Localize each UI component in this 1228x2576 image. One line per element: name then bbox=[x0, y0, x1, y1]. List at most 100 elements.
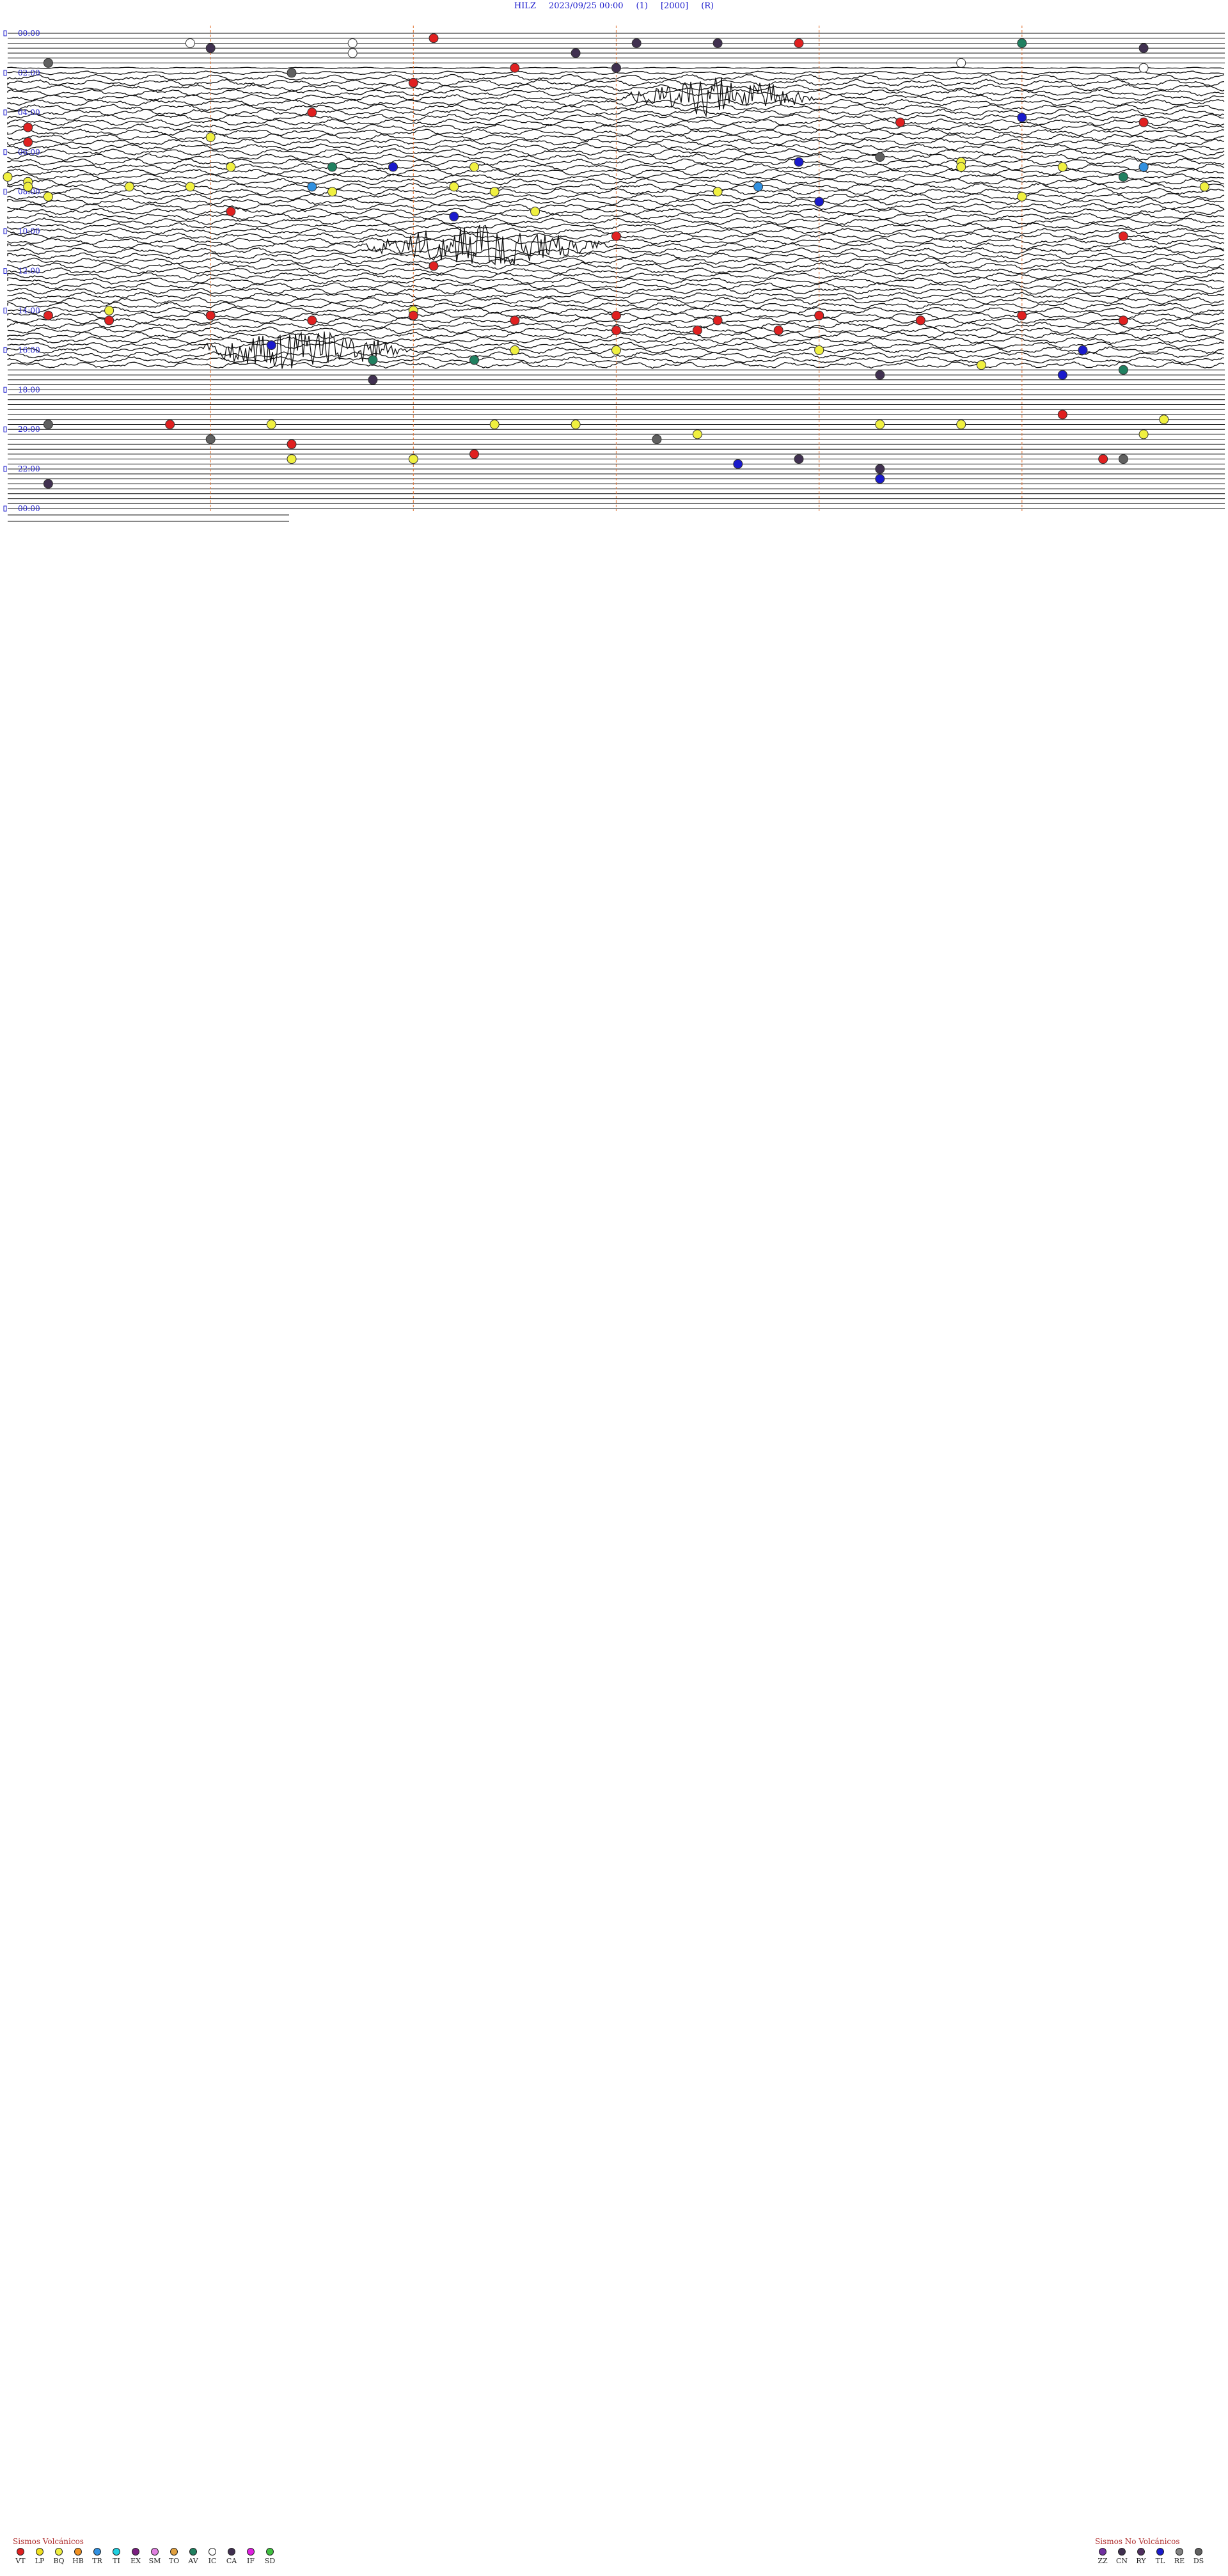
seismogram-plot: 00:0002:0004:0006:0008:0010:0012:0014:00… bbox=[3, 26, 1225, 522]
event-marker bbox=[388, 162, 398, 172]
event-marker bbox=[165, 420, 175, 429]
event-marker bbox=[1057, 370, 1067, 380]
event-marker bbox=[104, 305, 114, 315]
event-marker bbox=[1138, 43, 1149, 53]
event-marker bbox=[712, 187, 723, 197]
event-marker bbox=[976, 360, 986, 370]
legend-swatch bbox=[55, 2548, 63, 2556]
event-marker bbox=[692, 325, 702, 335]
event-marker bbox=[266, 420, 276, 429]
legend-item: AV bbox=[185, 2548, 201, 2565]
event-marker bbox=[1098, 454, 1108, 464]
event-marker bbox=[226, 162, 236, 172]
legend-nonvolcanic: Sismos No Volcánicos ZZ CN RY TL RE DS bbox=[1095, 2537, 1206, 2565]
event-marker bbox=[1118, 231, 1128, 241]
event-marker bbox=[1017, 38, 1027, 48]
time-label: 20:00 bbox=[18, 425, 40, 434]
legend-swatch bbox=[189, 2548, 197, 2556]
event-marker bbox=[510, 345, 520, 355]
event-marker bbox=[895, 117, 905, 127]
event-marker bbox=[287, 68, 297, 78]
time-tick bbox=[3, 386, 7, 393]
event-marker bbox=[1017, 113, 1027, 123]
time-label: 02:00 bbox=[18, 68, 40, 77]
time-tick bbox=[3, 70, 7, 76]
legend-code: SM bbox=[148, 2557, 161, 2565]
event-marker bbox=[449, 211, 459, 221]
legend-swatch bbox=[266, 2548, 274, 2556]
event-marker bbox=[794, 157, 804, 167]
time-label: 10:00 bbox=[18, 227, 40, 236]
legend-swatch bbox=[1099, 2548, 1106, 2556]
legend-swatch bbox=[247, 2548, 255, 2556]
legend-item: TO bbox=[166, 2548, 182, 2565]
event-marker bbox=[43, 420, 53, 429]
event-marker bbox=[287, 454, 297, 464]
event-marker bbox=[1057, 162, 1067, 172]
legend-swatch bbox=[170, 2548, 178, 2556]
legend-code: TR bbox=[92, 2557, 102, 2565]
event-marker bbox=[652, 434, 662, 445]
legend-swatch bbox=[1137, 2548, 1145, 2556]
event-marker bbox=[956, 58, 966, 68]
time-tick bbox=[3, 505, 7, 512]
event-marker bbox=[449, 182, 459, 192]
legend-code: RE bbox=[1174, 2557, 1185, 2565]
event-marker bbox=[1017, 191, 1027, 201]
time-tick bbox=[3, 347, 7, 353]
event-marker bbox=[611, 325, 621, 335]
event-marker bbox=[489, 187, 500, 197]
time-tick bbox=[3, 189, 7, 195]
event-marker bbox=[510, 63, 520, 73]
event-marker bbox=[875, 370, 885, 380]
event-marker bbox=[347, 48, 358, 58]
event-marker bbox=[794, 454, 804, 464]
legend-item: CN bbox=[1114, 2548, 1130, 2565]
event-marker bbox=[185, 182, 195, 192]
time-tick bbox=[3, 426, 7, 432]
legend-swatch bbox=[93, 2548, 101, 2556]
legend-item: CA bbox=[224, 2548, 239, 2565]
legend-swatch bbox=[113, 2548, 120, 2556]
minute-markers bbox=[210, 26, 1023, 512]
legend-code: EX bbox=[130, 2557, 141, 2565]
event-marker bbox=[43, 191, 53, 201]
time-label: 14:00 bbox=[18, 306, 40, 315]
legend-code: CA bbox=[226, 2557, 237, 2565]
legend-code: AV bbox=[188, 2557, 198, 2565]
legend-item: DS bbox=[1191, 2548, 1206, 2565]
legend-code: LP bbox=[35, 2557, 45, 2565]
legend-item: VT bbox=[13, 2548, 28, 2565]
legend-item: SM bbox=[147, 2548, 162, 2565]
event-marker bbox=[327, 187, 337, 197]
event-marker bbox=[712, 315, 723, 326]
legend-item: TI bbox=[109, 2548, 124, 2565]
event-marker bbox=[875, 420, 885, 429]
legend-item: EX bbox=[128, 2548, 143, 2565]
event-marker bbox=[408, 310, 418, 320]
time-label: 06:00 bbox=[18, 148, 40, 157]
event-marker bbox=[408, 454, 418, 464]
event-marker bbox=[205, 132, 216, 142]
event-marker bbox=[408, 77, 418, 88]
event-marker bbox=[327, 162, 337, 172]
event-marker bbox=[530, 207, 540, 217]
event-marker bbox=[611, 231, 621, 241]
event-marker bbox=[814, 196, 824, 207]
event-marker bbox=[611, 310, 621, 320]
event-marker bbox=[733, 459, 743, 469]
event-marker bbox=[347, 38, 358, 48]
legend-item: HB bbox=[70, 2548, 86, 2565]
time-label: 04:00 bbox=[18, 108, 40, 117]
legend-item: LP bbox=[32, 2548, 47, 2565]
event-marker bbox=[469, 449, 479, 459]
event-marker bbox=[1118, 315, 1128, 326]
event-marker bbox=[43, 58, 53, 68]
event-marker bbox=[1017, 310, 1027, 320]
event-marker bbox=[875, 464, 885, 474]
time-label: 22:00 bbox=[18, 464, 40, 473]
event-marker bbox=[307, 182, 317, 192]
legend-item: ZZ bbox=[1095, 2548, 1110, 2565]
legend-swatch bbox=[151, 2548, 159, 2556]
time-label: 00:00 bbox=[18, 504, 40, 513]
